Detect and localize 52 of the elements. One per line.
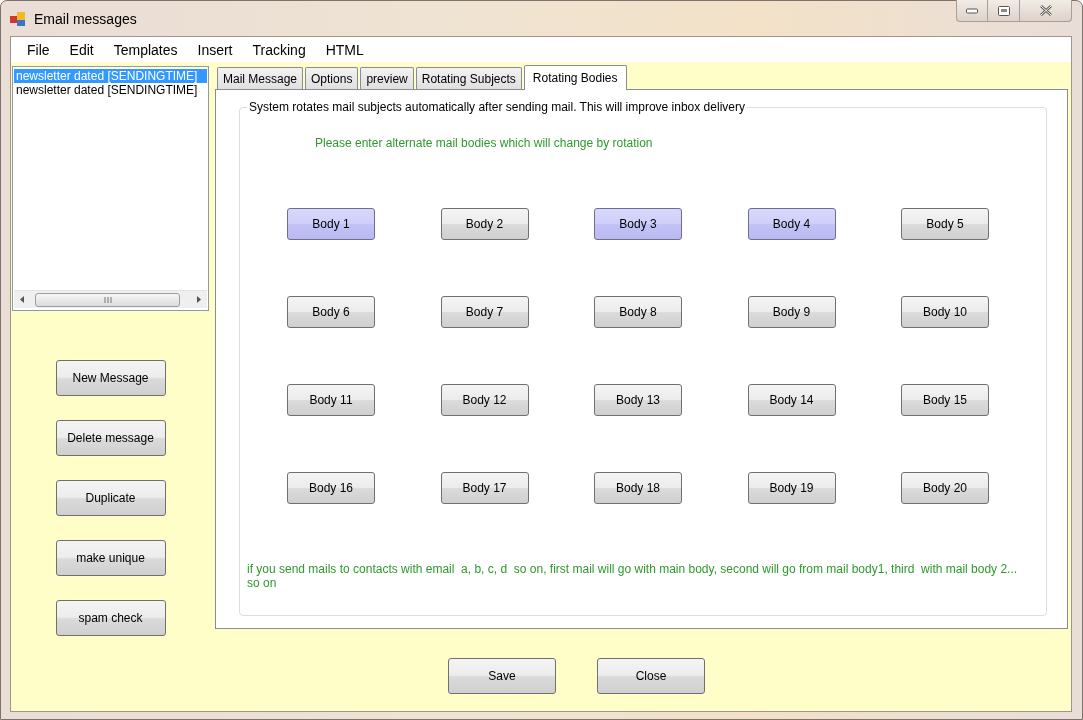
action-button[interactable]: make unique xyxy=(55,540,166,576)
menu-item[interactable]: Tracking xyxy=(242,39,316,60)
maximize-icon xyxy=(997,5,1010,16)
body-button[interactable]: Body 11 xyxy=(287,384,375,416)
save-button[interactable]: Save xyxy=(448,658,556,694)
body-button[interactable]: Body 14 xyxy=(747,384,836,416)
tab[interactable]: Rotating Subjects xyxy=(415,67,522,89)
body-button[interactable]: Body 18 xyxy=(594,472,682,504)
note-text: if you send mails to contacts with email a, b, c, d so on, first mail will go with main body, second will go from mail body1, third with mail body 2... so on xyxy=(247,562,1019,590)
body-button[interactable]: Body 19 xyxy=(747,472,836,504)
menu-item[interactable]: HTML xyxy=(315,39,374,60)
tab[interactable]: Mail Message xyxy=(217,67,304,89)
body-button[interactable]: Body 7 xyxy=(440,296,529,328)
body-button[interactable]: Body 15 xyxy=(901,384,989,416)
app-icon xyxy=(10,11,26,27)
tab[interactable]: Rotating Bodies xyxy=(523,65,627,90)
maximize-button[interactable] xyxy=(988,0,1020,22)
window-title: Email messages xyxy=(34,11,137,27)
menu-item[interactable]: File xyxy=(17,39,60,60)
body-button[interactable]: Body 4 xyxy=(747,208,836,240)
body-button[interactable]: Body 6 xyxy=(287,296,375,328)
body-button[interactable]: Body 5 xyxy=(901,208,989,240)
action-button[interactable]: Delete message xyxy=(55,420,166,456)
body-button[interactable]: Body 17 xyxy=(440,472,529,504)
close-dialog-button[interactable]: Close xyxy=(597,658,705,694)
menu-item[interactable]: Templates xyxy=(103,39,188,60)
minimize-icon xyxy=(966,7,978,14)
body-button[interactable]: Body 1 xyxy=(287,208,375,240)
body-button[interactable]: Body 3 xyxy=(594,208,682,240)
body-button[interactable]: Body 13 xyxy=(594,384,682,416)
body-button[interactable]: Body 8 xyxy=(594,296,682,328)
scrollbar-thumb[interactable] xyxy=(35,292,180,307)
body-button[interactable]: Body 12 xyxy=(440,384,529,416)
grip-icon xyxy=(103,296,112,303)
message-list-item[interactable]: newsletter dated [SENDINGTIME] xyxy=(14,83,207,97)
body-button[interactable]: Body 2 xyxy=(440,208,529,240)
action-button[interactable]: Duplicate xyxy=(55,480,166,516)
body-button[interactable]: Body 10 xyxy=(901,296,989,328)
action-button[interactable]: spam check xyxy=(55,600,166,636)
tab[interactable]: Options xyxy=(305,67,359,89)
action-button[interactable]: New Message xyxy=(55,360,166,396)
horizontal-scrollbar[interactable] xyxy=(14,290,207,308)
body-button[interactable]: Body 9 xyxy=(747,296,836,328)
tab[interactable]: preview xyxy=(360,67,414,89)
body-button[interactable]: Body 16 xyxy=(287,472,375,504)
group-title: System rotates mail subjects automatically after sending mail. This will improve inbox delivery xyxy=(248,100,746,114)
instruction-text: Please enter alternate mail bodies which will change by rotation xyxy=(315,136,654,150)
close-button[interactable] xyxy=(1020,0,1072,22)
body-button[interactable]: Body 20 xyxy=(901,472,989,504)
menu-item[interactable]: Edit xyxy=(59,39,104,60)
menu-item[interactable]: Insert xyxy=(187,39,243,60)
close-icon xyxy=(1039,5,1052,16)
